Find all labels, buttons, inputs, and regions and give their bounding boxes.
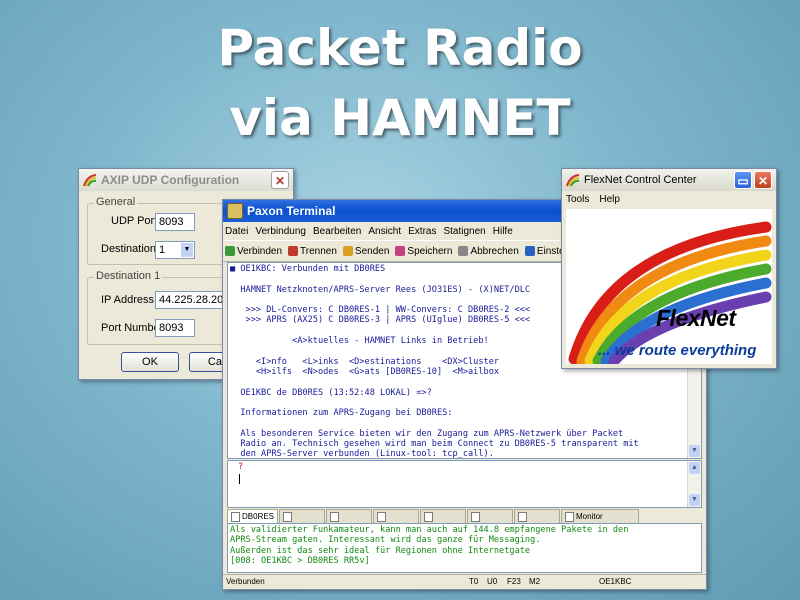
menu-extras[interactable]: Extras: [408, 226, 436, 237]
input-prompt: ?: [238, 462, 244, 472]
udp-port-label: UDP Port: [111, 215, 158, 227]
tab-label: Monitor: [576, 512, 603, 521]
connect-label: Verbinden: [237, 245, 283, 257]
tab-db0res[interactable]: DB0RES: [227, 509, 279, 523]
disconnect-label: Trennen: [300, 245, 337, 257]
slide-title-line2: via HAMNET: [229, 89, 571, 147]
menu-tools[interactable]: Tools: [566, 194, 589, 205]
tab-channel-6[interactable]: [467, 509, 514, 523]
channel-icon: [283, 511, 293, 522]
flexnet-window-title: FlexNet Control Center: [584, 174, 697, 186]
scroll-down-icon[interactable]: ▼: [689, 494, 700, 506]
axip-window-title: AXIP UDP Configuration: [101, 173, 240, 187]
destination-group-label: Destination 1: [94, 270, 163, 282]
ip-address-label: IP Address: [101, 294, 154, 306]
scroll-down-icon[interactable]: ▼: [689, 445, 700, 457]
monitor-output-text: Als validierter Funkamateur, kann man au…: [230, 525, 629, 573]
status-m: M2: [529, 577, 541, 586]
send-button[interactable]: Senden: [342, 245, 390, 257]
status-callsign: OE1KBC: [599, 577, 632, 586]
send-icon: [342, 246, 353, 256]
menu-help[interactable]: Help: [599, 194, 620, 205]
tab-channel-3[interactable]: [326, 509, 373, 523]
save-icon: [395, 246, 406, 256]
minimize-icon[interactable]: ▭: [734, 171, 752, 189]
status-t: T0: [469, 577, 479, 586]
general-group-label: General: [94, 196, 138, 208]
channel-icon: [330, 511, 340, 522]
flexnet-menubar: Tools Help: [562, 191, 776, 207]
status-f: F23: [507, 577, 521, 586]
tab-channel-4[interactable]: [373, 509, 420, 523]
status-connection: Verbunden: [226, 577, 265, 586]
tab-channel-7[interactable]: [514, 509, 561, 523]
slide-title-line1: Packet Radio: [217, 19, 583, 77]
destinations-label: Destinations: [101, 243, 162, 255]
monitor-output[interactable]: Als validierter Funkamateur, kann man au…: [227, 523, 702, 573]
status-bar: Verbunden T0 U0 F23 M2 OE1KBC: [223, 574, 706, 589]
channel-icon: [377, 511, 387, 522]
abort-label: Abbrechen: [470, 245, 519, 257]
flexnet-titlebar[interactable]: FlexNet Control Center ▭ ✕: [562, 169, 776, 191]
monitor-icon: [565, 511, 575, 522]
port-number-field[interactable]: 8093: [155, 319, 195, 337]
flexnet-control-center-window: FlexNet Control Center ▭ ✕ Tools Help Fl…: [561, 168, 777, 369]
menu-hilfe[interactable]: Hilfe: [493, 226, 513, 237]
rainbow-logo-graphic: [568, 221, 772, 364]
channel-icon: [424, 511, 434, 522]
disconnect-button[interactable]: Trennen: [288, 246, 337, 257]
destinations-value: 1: [159, 244, 166, 256]
axip-titlebar[interactable]: AXIP UDP Configuration ✕: [79, 169, 293, 191]
status-u: U0: [487, 577, 498, 586]
udp-port-field[interactable]: 8093: [155, 213, 195, 231]
menu-ansicht[interactable]: Ansicht: [368, 226, 401, 237]
send-label: Senden: [354, 245, 390, 257]
ok-button[interactable]: OK: [121, 352, 179, 372]
disconnect-icon: [288, 246, 299, 256]
scroll-up-icon[interactable]: ▲: [689, 462, 700, 474]
chevron-down-icon[interactable]: ▼: [181, 243, 193, 257]
channel-icon: [518, 511, 528, 522]
ip-address-field[interactable]: 44.225.28.20: [155, 291, 225, 309]
flexnet-logo: FlexNet ... we route everything: [566, 209, 772, 364]
text-cursor: [239, 474, 240, 484]
paxon-window-icon: [227, 203, 243, 219]
axip-close-icon[interactable]: ✕: [271, 171, 289, 189]
channel-icon: [231, 511, 240, 522]
close-icon[interactable]: ✕: [754, 171, 772, 189]
save-label: Speichern: [407, 245, 453, 257]
flexnet-rainbow-icon: [566, 174, 580, 187]
connect-icon: [225, 246, 235, 256]
settings-icon: [524, 246, 535, 256]
abort-button[interactable]: Abbrechen: [458, 245, 519, 257]
flexnet-slogan: ... we route everything: [598, 342, 757, 359]
save-button[interactable]: Speichern: [395, 246, 452, 257]
menu-datei[interactable]: Datei: [225, 226, 248, 237]
tab-channel-5[interactable]: [420, 509, 467, 523]
port-number-label: Port Number: [101, 322, 164, 334]
abort-icon: [458, 246, 469, 256]
menu-stationen[interactable]: Statignen: [443, 226, 485, 237]
tab-monitor[interactable]: Monitor: [561, 509, 640, 523]
flexnet-rainbow-icon: [83, 174, 97, 187]
channel-icon: [471, 511, 481, 522]
destinations-select[interactable]: 1 ▼: [155, 241, 195, 259]
connect-button[interactable]: Verbinden: [225, 246, 282, 257]
tab-channel-2[interactable]: [279, 509, 326, 523]
input-scrollbar[interactable]: ▲ ▼: [687, 461, 701, 507]
channel-tabs: DB0RES Monitor: [227, 509, 701, 523]
menu-bearbeiten[interactable]: Bearbeiten: [313, 226, 361, 237]
menu-verbindung[interactable]: Verbindung: [255, 226, 306, 237]
tab-label: DB0RES: [242, 512, 275, 521]
flexnet-logo-text: FlexNet: [656, 305, 736, 331]
terminal-input[interactable]: ? ▲ ▼: [227, 460, 702, 508]
